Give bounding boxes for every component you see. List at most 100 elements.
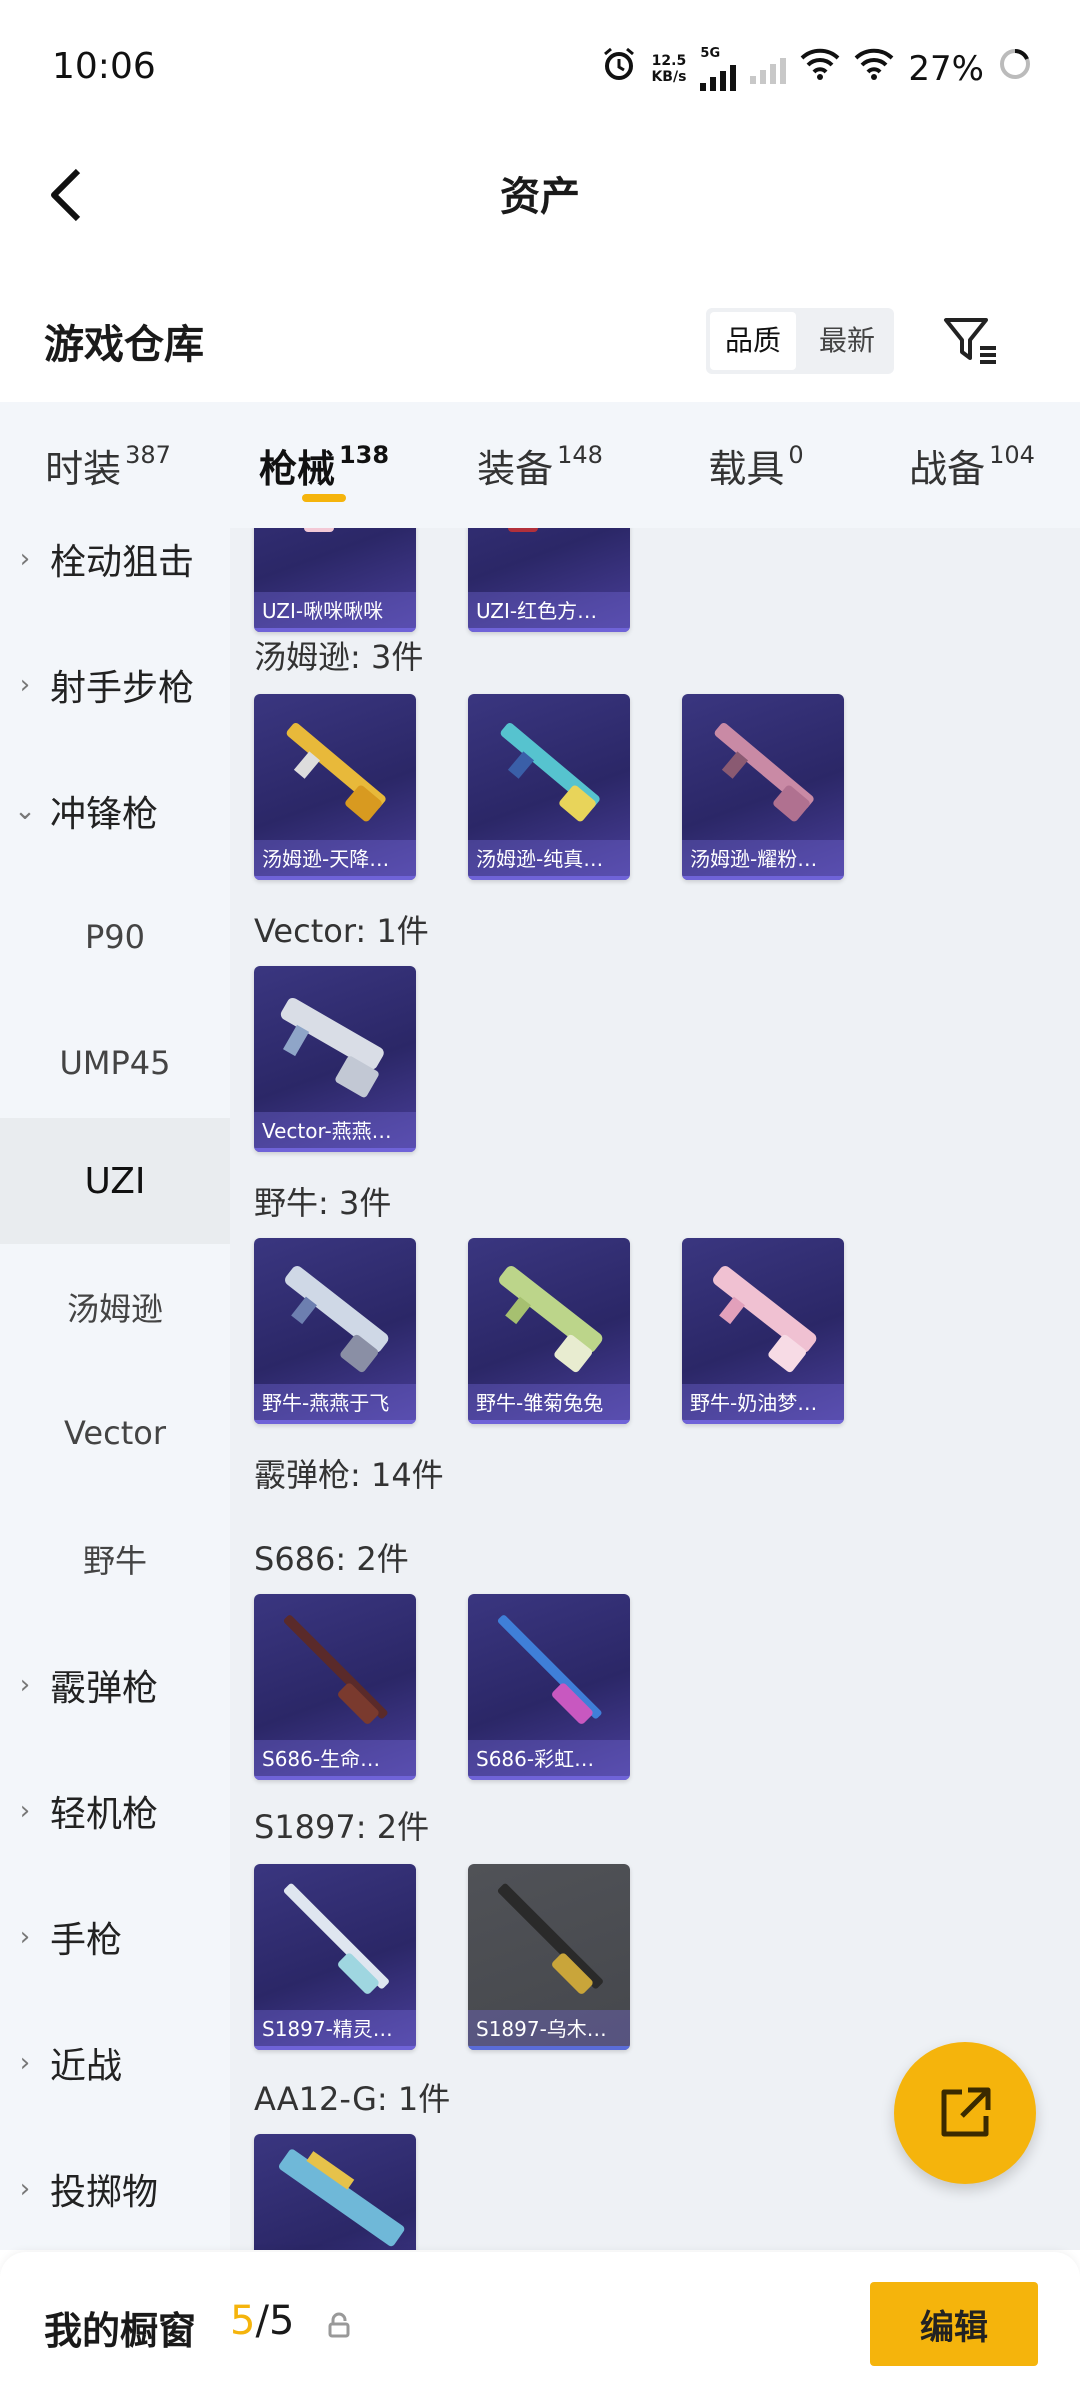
showcase-count: 5/5 <box>230 2298 295 2344</box>
sidebar-item-lmg[interactable]: › 轻机枪 <box>0 1748 230 1874</box>
group-label: 霰弹枪: 14件 <box>254 1456 444 1494</box>
category-tabs: 时装 387 枪械 138 装备 148 载具 0 战备 104 <box>0 402 1080 528</box>
header: 资产 <box>0 140 1080 250</box>
page-title: 资产 <box>500 174 580 220</box>
sort-newest-button[interactable]: 最新 <box>804 312 890 370</box>
group-label: S1897: 2件 <box>254 1808 430 1846</box>
chevron-right-icon: › <box>19 670 31 700</box>
gun-image <box>286 722 386 822</box>
sidebar-sub-vector[interactable]: Vector <box>0 1370 230 1496</box>
chevron-right-icon: › <box>19 2048 31 2078</box>
gun-image <box>283 1883 389 1994</box>
gun-image <box>285 1266 389 1373</box>
sidebar-sub-uzi[interactable]: UZI <box>0 1118 230 1244</box>
chevron-right-icon: › <box>19 1922 31 1952</box>
tab-vehicles[interactable]: 载具 0 <box>648 402 864 528</box>
item-card[interactable]: 汤姆逊-耀粉… <box>682 694 844 880</box>
sidebar-item-melee[interactable]: › 近战 <box>0 2000 230 2126</box>
alarm-icon <box>601 46 637 91</box>
status-bar: 10:06 12.5 KB/s 5G 27% <box>0 0 1080 140</box>
item-name: Vector-燕燕… <box>254 1112 416 1152</box>
battery-percent: 27% <box>908 48 984 89</box>
item-card[interactable]: 野牛-燕燕于飞 <box>254 1238 416 1424</box>
item-card[interactable]: 野牛-奶油梦… <box>682 1238 844 1424</box>
item-name: S1897-乌木… <box>468 2010 630 2050</box>
item-name: UZI-红色方… <box>468 592 630 632</box>
chevron-right-icon: › <box>19 2174 31 2204</box>
battery-icon <box>998 47 1032 90</box>
gun-image <box>714 722 814 822</box>
item-name: 汤姆逊-纯真… <box>468 840 630 880</box>
sidebar-sub-thompson[interactable]: 汤姆逊 <box>0 1244 230 1370</box>
item-name: S686-生命… <box>254 1740 416 1780</box>
gun-image <box>713 1266 817 1373</box>
sidebar-item-bolt-sniper[interactable]: › 栓动狙击 <box>0 528 230 622</box>
item-name: 野牛-燕燕于飞 <box>254 1384 416 1424</box>
weapon-category-sidebar: › 栓动狙击 › 射手步枪 ⌄ 冲锋枪 P90 UMP45 UZI 汤姆逊 Vecto… <box>0 528 230 2250</box>
item-name: UZI-啾咪啾咪 <box>254 592 416 632</box>
item-card[interactable]: 野牛-雏菊兔兔 <box>468 1238 630 1424</box>
item-name: 野牛-雏菊兔兔 <box>468 1384 630 1424</box>
item-name: S686-彩虹… <box>468 1740 630 1780</box>
gun-image <box>304 528 334 532</box>
sidebar-item-shotgun[interactable]: › 霰弹枪 <box>0 1622 230 1748</box>
net-speed: 12.5 KB/s <box>651 52 687 85</box>
wifi-icon <box>800 48 840 89</box>
item-card[interactable]: S1897-乌木… <box>468 1864 630 2050</box>
tab-guns[interactable]: 枪械 138 <box>216 402 432 528</box>
chevron-down-icon: ⌄ <box>14 796 36 826</box>
warehouse-title: 游戏仓库 <box>44 322 204 368</box>
sort-quality-button[interactable]: 品质 <box>710 312 796 370</box>
gun-image <box>497 1615 602 1724</box>
sidebar-sub-p90[interactable]: P90 <box>0 874 230 1000</box>
chevron-right-icon: › <box>19 1670 31 1700</box>
sort-toggle: 品质 最新 <box>706 308 894 374</box>
item-card[interactable]: 汤姆逊-纯真… <box>468 694 630 880</box>
gun-image <box>508 528 538 532</box>
sidebar-sub-bizon[interactable]: 野牛 <box>0 1496 230 1622</box>
gun-image <box>497 1883 603 1994</box>
item-card[interactable]: Vector-燕燕… <box>254 966 416 1152</box>
group-label: AA12-G: 1件 <box>254 2080 451 2118</box>
item-card[interactable]: S686-彩虹… <box>468 1594 630 1780</box>
gun-image <box>283 1615 388 1724</box>
item-card[interactable]: S1897-精灵… <box>254 1864 416 2050</box>
gun-image <box>280 997 384 1098</box>
group-label: 野牛: 3件 <box>254 1184 392 1222</box>
gun-image <box>500 722 600 822</box>
group-label: Vector: 1件 <box>254 912 429 950</box>
item-name: 汤姆逊-耀粉… <box>682 840 844 880</box>
item-grid: UZI-啾咪啾咪 UZI-红色方… 汤姆逊: 3件 汤姆逊-天降… 汤姆逊-纯真… <box>230 528 1080 2250</box>
external-link-icon <box>941 2087 991 2137</box>
item-name: 野牛-奶油梦… <box>682 1384 844 1424</box>
item-card[interactable]: UZI-红色方… <box>468 528 630 632</box>
item-card[interactable] <box>254 2134 416 2250</box>
filter-icon[interactable] <box>940 310 1000 370</box>
sidebar-item-smg[interactable]: ⌄ 冲锋枪 <box>0 748 230 874</box>
gun-image <box>499 1266 603 1373</box>
item-card[interactable]: S686-生命… <box>254 1594 416 1780</box>
sidebar-item-dmr[interactable]: › 射手步枪 <box>0 622 230 748</box>
cell-signal-2-icon <box>750 54 787 84</box>
group-label: 汤姆逊: 3件 <box>254 638 424 676</box>
tab-fashion[interactable]: 时装 387 <box>0 402 216 528</box>
chevron-right-icon: › <box>19 1796 31 1826</box>
group-label: S686: 2件 <box>254 1540 409 1578</box>
item-card[interactable]: UZI-啾咪啾咪 <box>254 528 416 632</box>
tab-equipment[interactable]: 装备 148 <box>432 402 648 528</box>
showcase-bar: 我的橱窗 5/5 编辑 <box>0 2252 1080 2400</box>
sidebar-sub-ump45[interactable]: UMP45 <box>0 1000 230 1126</box>
status-icons: 12.5 KB/s 5G 27% <box>601 46 1032 91</box>
edit-button[interactable]: 编辑 <box>870 2282 1038 2366</box>
gun-image <box>278 2149 405 2247</box>
cell-signal-icon: 5G <box>700 46 737 91</box>
share-button[interactable] <box>894 2042 1036 2184</box>
warehouse-row: 游戏仓库 品质 最新 <box>0 280 1080 400</box>
status-time: 10:06 <box>52 46 156 87</box>
sidebar-item-throwable[interactable]: › 投掷物 <box>0 2126 230 2250</box>
sidebar-item-pistol[interactable]: › 手枪 <box>0 1874 230 2000</box>
showcase-label: 我的橱窗 <box>44 2309 197 2353</box>
lock-icon <box>328 2312 350 2345</box>
tab-supplies[interactable]: 战备 104 <box>864 402 1080 528</box>
item-card[interactable]: 汤姆逊-天降… <box>254 694 416 880</box>
